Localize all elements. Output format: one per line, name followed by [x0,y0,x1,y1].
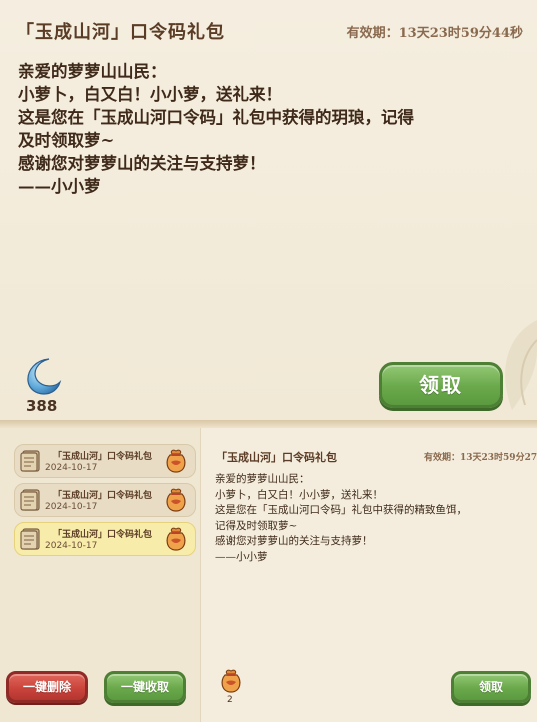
delete-all-button[interactable]: 一键删除 [6,671,88,703]
detail-claim-button[interactable]: 领取 [451,671,531,703]
mail-item-name: 「玉成山河」口令码礼包 [53,452,153,462]
detail-body-line: ——小小萝 [215,550,268,563]
crescent-moon-icon [27,358,62,395]
mail-body-line: 亲爱的萝萝山山民： [18,62,167,81]
mail-body-line: 感谢您对萝萝山的关注与支持萝！ [18,154,266,173]
detail-reward-count: 2 [227,695,233,705]
mail-validity: 有效期：13天23时59分44秒 [346,26,523,41]
gift-bag-icon [166,449,186,473]
gift-bag-icon [166,527,186,551]
mail-body-line: 及时领取萝~ [18,131,115,150]
detail-validity: 有效期：13天23时59分27秒 [424,453,537,463]
document-icon [20,489,40,511]
mail-item-date: 2024-10-17 [45,502,98,512]
mail-body-line: 小萝卜，白又白！小小萝，送礼来！ [18,85,282,104]
gift-bag-icon [221,669,241,693]
detail-title: 「玉成山河」口令码礼包 [216,451,337,464]
detail-body-line: 感谢您对萝萝山的关注与支持萝！ [215,535,373,547]
mail-detail-panel-large: 「玉成山河」口令码礼包 有效期：13天23时59分44秒 亲爱的萝萝山山民： 小… [0,0,537,420]
detail-body-line: 这是您在「玉成山河口令码」礼包中获得的精致鱼饵， [215,504,467,516]
document-icon [20,528,40,550]
claim-button[interactable]: 领取 [379,362,503,408]
gift-bag-icon [166,488,186,512]
mail-list-item[interactable]: 「玉成山河」口令码礼包 2024-10-17 [14,483,196,517]
reward-count: 388 [26,397,58,415]
panel-divider [0,420,537,428]
mail-list-item-selected[interactable]: 「玉成山河」口令码礼包 2024-10-17 [14,522,196,556]
mailbox-panel: 「玉成山河」口令码礼包 2024-10-17 「玉成山河」口令码礼包 2024-… [0,428,537,722]
mail-body-line: ——小小萝 [18,177,101,196]
mail-list-item[interactable]: 「玉成山河」口令码礼包 2024-10-17 [14,444,196,478]
mail-item-name: 「玉成山河」口令码礼包 [53,530,153,540]
mail-list: 「玉成山河」口令码礼包 2024-10-17 「玉成山河」口令码礼包 2024-… [0,428,201,722]
collect-all-button[interactable]: 一键收取 [104,671,186,703]
detail-body-line: 小萝卜，白又白！小小萝，送礼来！ [215,488,383,501]
detail-body-line: 记得及时领取萝~ [215,519,298,532]
detail-body-line: 亲爱的萝萝山山民： [215,473,310,485]
mail-item-date: 2024-10-17 [45,463,98,473]
mail-item-name: 「玉成山河」口令码礼包 [53,491,153,501]
mail-body-line: 这是您在「玉成山河口令码」礼包中获得的玥琅，记得 [18,108,414,127]
mail-item-date: 2024-10-17 [45,541,98,551]
mail-body: 亲爱的萝萝山山民： 小萝卜，白又白！小小萝，送礼来！ 这是您在「玉成山河口令码」… [18,60,518,198]
document-icon [20,450,40,472]
mail-title: 「玉成山河」口令码礼包 [16,22,225,43]
detail-body: 亲爱的萝萝山山民： 小萝卜，白又白！小小萝，送礼来！ 这是您在「玉成山河口令码」… [215,472,525,565]
